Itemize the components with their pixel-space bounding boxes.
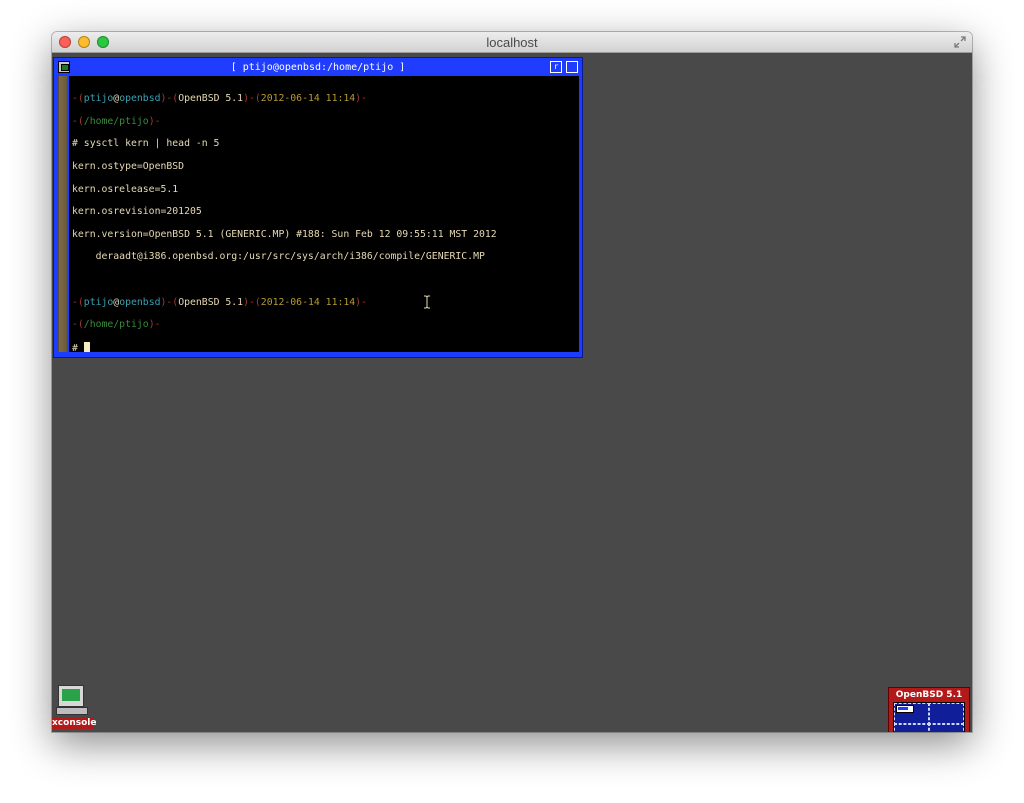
text-cursor — [83, 341, 90, 352]
prompt-bracket: -( — [72, 296, 84, 308]
xterm-window[interactable]: [ ptijo@openbsd:/home/ptijo ] r -(ptijo@… — [53, 57, 583, 358]
pager-desk-4[interactable] — [928, 723, 964, 732]
output-line: kern.version=OpenBSD 5.1 (GENERIC.MP) #1… — [72, 228, 497, 240]
xconsole-icon[interactable]: xconsole — [52, 683, 97, 731]
xterm-title: [ ptijo@openbsd:/home/ptijo ] — [230, 62, 406, 73]
prompt-bracket: )- — [148, 319, 161, 331]
input-line[interactable]: # — [72, 341, 579, 352]
xterm-scrollbar-thumb[interactable] — [59, 76, 67, 352]
output-line: kern.osrevision=201205 — [72, 206, 202, 218]
xterm-minimize-button[interactable]: r — [550, 61, 562, 73]
prompt-bracket: -( — [72, 115, 84, 127]
prompt-host: openbsd — [119, 93, 161, 105]
prompt-user: ptijo — [83, 93, 114, 105]
prompt-separator: )-( — [160, 296, 179, 308]
xterm-maximize-button[interactable] — [566, 61, 578, 73]
xconsole-label: xconsole — [52, 717, 97, 729]
output-line: deraadt@i386.openbsd.org:/usr/src/sys/ar… — [72, 251, 485, 263]
prompt-user: ptijo — [83, 296, 114, 308]
prompt-os: OpenBSD 5.1 — [178, 296, 244, 308]
pager-title: OpenBSD 5.1 — [895, 690, 963, 700]
output-line: kern.osrelease=5.1 — [72, 183, 179, 195]
monitor-screen — [62, 689, 80, 701]
monitor-icon — [58, 685, 84, 707]
prompt-date: 2012-06-14 11:14 — [260, 93, 356, 105]
terminal-output[interactable]: -(ptijo@openbsd)-(OpenBSD 5.1)-(2012-06-… — [69, 76, 579, 352]
xterm-scrollbar[interactable] — [58, 76, 68, 352]
prompt-bracket: )- — [148, 115, 161, 127]
prompt-bracket: )- — [355, 296, 367, 308]
desktop-pager[interactable]: OpenBSD 5.1 — [888, 687, 970, 732]
x-desktop[interactable]: [ ptijo@openbsd:/home/ptijo ] r -(ptijo@… — [52, 53, 972, 732]
prompt-bracket: -( — [72, 319, 84, 331]
pager-desk-3[interactable] — [894, 723, 930, 732]
window-title: localhost — [486, 35, 538, 50]
prompt-separator: )-( — [243, 93, 261, 105]
pager-desk-2[interactable] — [928, 703, 964, 725]
prompt-path-line-2: -(/home/ptijo)- — [72, 319, 579, 330]
command-line: # sysctl kern | head -n 5 — [72, 138, 220, 150]
prompt-bracket: )- — [355, 93, 367, 105]
prompt-separator: )-( — [160, 93, 179, 105]
mac-titlebar[interactable]: localhost — [52, 32, 972, 53]
ibeam-cursor-icon — [424, 295, 430, 309]
prompt-path-line-1: -(/home/ptijo)- — [72, 116, 579, 127]
prompt-path: /home/ptijo — [83, 115, 149, 127]
prompt-host: openbsd — [119, 296, 161, 308]
prompt-os: OpenBSD 5.1 — [178, 93, 244, 105]
pager-window-thumbnail[interactable] — [896, 705, 914, 713]
keyboard-icon — [56, 707, 88, 715]
xterm-titlebar[interactable]: [ ptijo@openbsd:/home/ptijo ] r — [57, 61, 579, 74]
input-prompt: # — [72, 342, 84, 352]
prompt-date: 2012-06-14 11:14 — [260, 296, 356, 308]
prompt-path: /home/ptijo — [83, 319, 149, 331]
output-line: kern.ostype=OpenBSD — [72, 161, 185, 173]
fullscreen-icon[interactable] — [954, 36, 966, 48]
prompt-line-2: -(ptijo@openbsd)-(OpenBSD 5.1)-(2012-06-… — [72, 297, 579, 308]
prompt-bracket: -( — [72, 93, 84, 105]
pager-grid[interactable] — [893, 702, 965, 732]
prompt-line-1: -(ptijo@openbsd)-(OpenBSD 5.1)-(2012-06-… — [72, 93, 579, 104]
prompt-separator: )-( — [243, 296, 261, 308]
mac-window: localhost [ ptijo@openbsd:/home/ptijo ] … — [52, 32, 972, 732]
